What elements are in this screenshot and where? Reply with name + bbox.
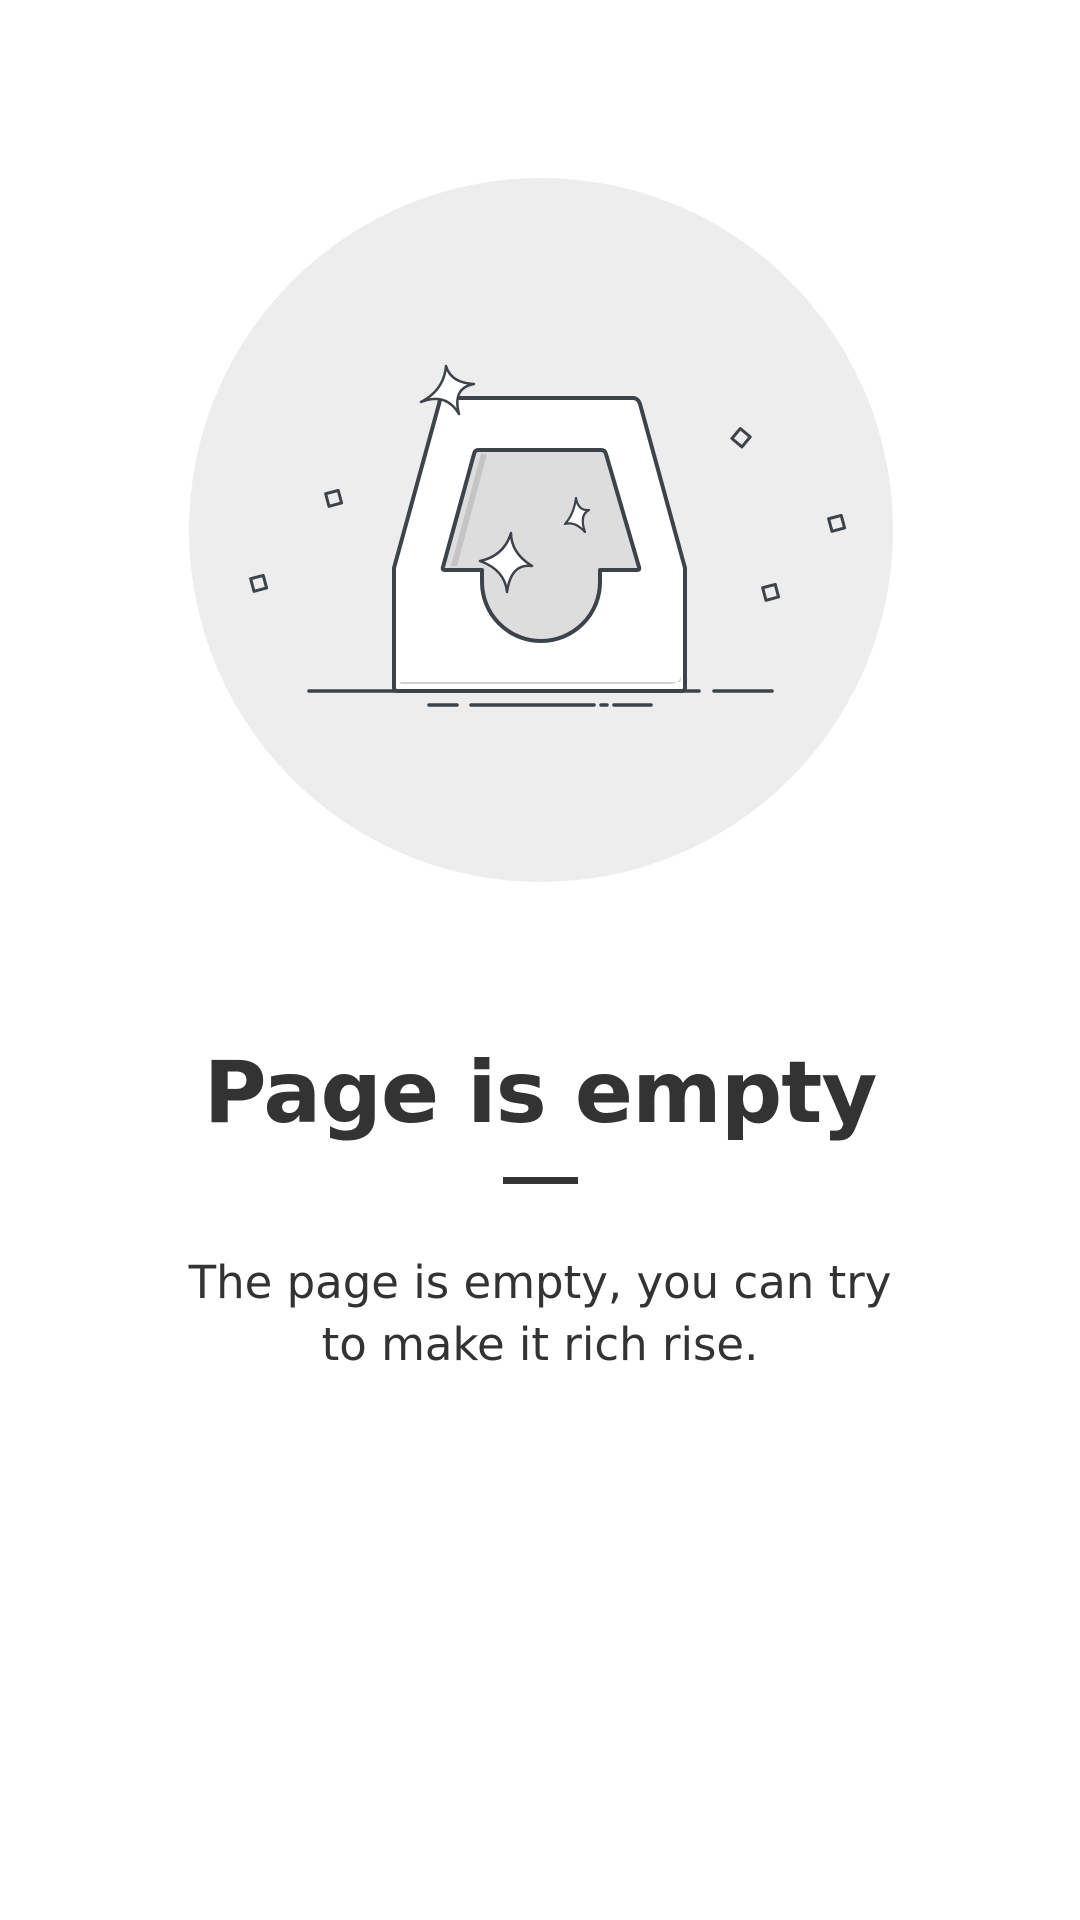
empty-inbox-tray-icon: [189, 178, 893, 882]
empty-state: Page is empty The page is empty, you can…: [0, 0, 1080, 1920]
page-title: Page is empty: [203, 1043, 878, 1143]
title-divider: [503, 1177, 578, 1184]
page-description: The page is empty, you can try to make i…: [188, 1256, 892, 1371]
